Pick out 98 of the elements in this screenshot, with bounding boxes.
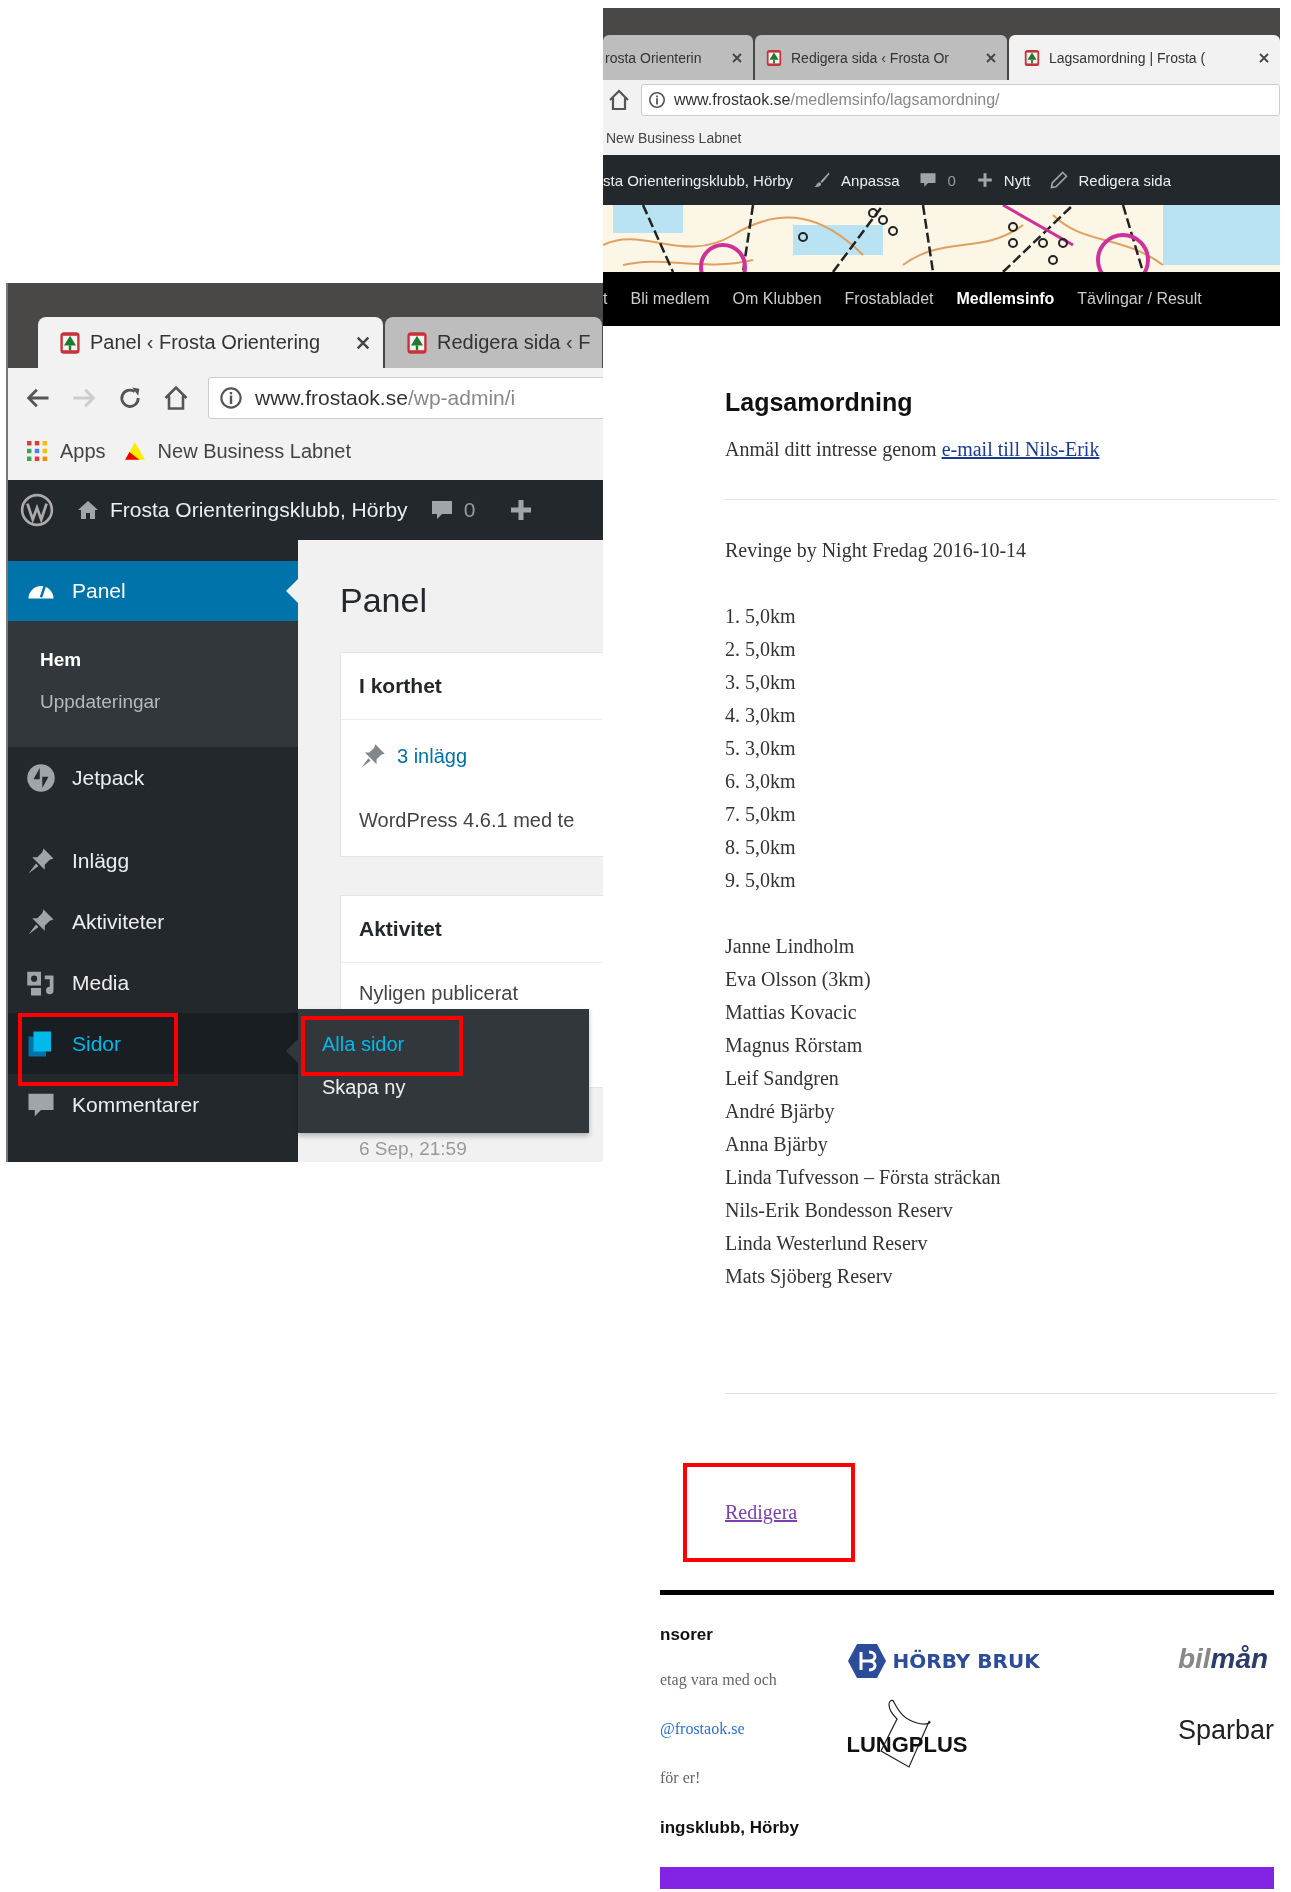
browser-tab[interactable]: Redigera sida ‹ Frosta Or — [755, 35, 1007, 80]
member-name: André Bjärby — [725, 1099, 836, 1125]
speech-bubble-icon — [919, 171, 938, 189]
hexagon-logo-icon — [846, 1643, 887, 1679]
sponsor-logo[interactable]: bilmån — [1177, 1643, 1274, 1675]
address-field[interactable]: www.frostaok.se/medlemsinfo/lagsamordning/ — [641, 84, 1280, 116]
close-icon[interactable] — [1258, 51, 1270, 64]
close-icon[interactable] — [985, 51, 997, 64]
page-heading: Lagsamordning — [725, 387, 914, 418]
member-name: Nils-Erik Bondesson Reserv — [725, 1198, 954, 1223]
sidebar-item[interactable]: Media — [8, 952, 298, 1013]
info-icon — [219, 386, 243, 410]
card-text: WordPress 4.6.1 med te — [359, 808, 575, 832]
nav-link[interactable]: Tävlingar / Result — [1077, 290, 1202, 308]
apps-grid-icon — [26, 441, 48, 461]
email-link[interactable]: @frostaok.se — [660, 1720, 847, 1769]
site-name-link[interactable]: sta Orienteringsklubb, Hörby — [603, 171, 794, 189]
footer-heading: nsorer — [660, 1625, 714, 1646]
site-name-link[interactable]: Frosta Orienteringsklubb, Hörby — [76, 498, 408, 522]
footer-text: etag vara med och — [660, 1671, 778, 1691]
leg-distance: 4. 3,0km — [725, 703, 797, 728]
page-title: Panel — [340, 580, 428, 620]
event-title: Revinge by Night Fredag 2016-10-14 — [725, 538, 1028, 564]
crest-icon — [58, 330, 82, 355]
email-link[interactable]: e-mail till Nils-Erik — [941, 438, 1100, 460]
sidebar-item[interactable]: Kommentarer — [8, 1074, 298, 1135]
sponsor-logo[interactable]: Sparbar — [1177, 1715, 1274, 1746]
member-name: Linda Tufvesson – Första sträckan — [725, 1165, 1002, 1190]
browser-tab[interactable]: Redigera sida ‹ F — [385, 317, 603, 368]
plus-icon — [975, 171, 994, 189]
browser-tab[interactable]: Panel ‹ Frosta Orientering — [38, 317, 383, 368]
leg-distance: 2. 5,0km — [725, 637, 797, 662]
speech-bubble-icon — [429, 498, 454, 522]
crest-icon — [765, 48, 783, 67]
crest-icon — [1023, 48, 1041, 67]
leg-distance: 3. 5,0km — [725, 670, 797, 695]
flyout-item[interactable]: Alla sidor — [298, 1023, 589, 1066]
card-text: 6 Sep, 21:59 — [359, 1138, 467, 1160]
comments-link[interactable]: 0 — [429, 498, 476, 522]
nav-link[interactable]: Bli medlem — [630, 290, 710, 308]
bookmark-link[interactable]: Apps — [26, 439, 106, 463]
customize-link[interactable]: Anpassa — [813, 171, 900, 189]
pointer-notch-icon — [286, 579, 298, 603]
sidebar-item[interactable]: Inlägg — [8, 830, 298, 891]
footer-text: för er! — [660, 1769, 702, 1788]
paintbrush-icon — [813, 171, 832, 189]
address-field[interactable]: www.frostaok.se/wp-admin/i — [208, 377, 603, 419]
member-name: Magnus Rörstam — [725, 1033, 864, 1059]
browser-tab[interactable]: rosta Orienterin — [603, 35, 753, 80]
edit-link[interactable]: Redigera — [725, 1501, 798, 1524]
bookmark-link[interactable]: New Business Labnet — [123, 439, 352, 463]
wordpress-logo-icon[interactable] — [20, 493, 54, 527]
nav-link[interactable]: Frostabladet — [844, 290, 934, 308]
club-name: ingsklubb, Hörby — [660, 1818, 800, 1838]
posts-count-link[interactable]: 3 inlägg — [397, 744, 468, 768]
member-name: Mattias Kovacic — [725, 1000, 858, 1025]
member-name: Mats Sjöberg Reserv — [725, 1264, 894, 1290]
leg-distance: 5. 3,0km — [725, 736, 797, 761]
sidebar-item[interactable]: Sidor — [8, 1013, 298, 1074]
house-icon — [76, 498, 100, 522]
flyout-item[interactable]: Skapa ny — [298, 1066, 589, 1109]
home-icon[interactable] — [162, 384, 190, 412]
sponsor-logo[interactable]: HÖRBY BRUK — [846, 1643, 1178, 1679]
lightning-circle-icon — [26, 762, 56, 793]
crest-icon — [405, 330, 429, 355]
leg-distance: 9. 5,0km — [725, 868, 797, 893]
submenu-item[interactable]: Uppdateringar — [8, 681, 298, 723]
nav-link[interactable]: Medlemsinfo — [956, 290, 1055, 308]
member-name: Janne Lindholm — [725, 934, 856, 959]
leg-distance: 1. 5,0km — [725, 604, 797, 629]
sidebar-item[interactable]: Jetpack — [8, 747, 298, 808]
leg-distance: 8. 5,0km — [725, 835, 797, 860]
member-name: Leif Sandgren — [725, 1066, 840, 1092]
browser-tab[interactable]: Lagsamordning | Frosta ( — [1009, 35, 1280, 80]
edit-page-link[interactable]: Redigera sida — [1050, 171, 1172, 189]
sidebar-item[interactable]: Aktiviteter — [8, 891, 298, 952]
member-name: Linda Westerlund Reserv — [725, 1231, 929, 1256]
submenu-item[interactable]: Hem — [8, 639, 298, 681]
close-icon[interactable] — [731, 51, 743, 64]
bookmark-link[interactable]: New Business Labnet — [606, 129, 742, 146]
member-name: Eva Olsson (3km) — [725, 967, 872, 993]
pencil-icon — [1050, 171, 1069, 189]
leg-distance: 7. 5,0km — [725, 802, 797, 827]
close-icon[interactable] — [355, 334, 371, 351]
plus-icon[interactable] — [509, 498, 534, 522]
nav-link[interactable]: Om Klubben — [732, 290, 822, 308]
nav-link[interactable]: t — [603, 290, 608, 308]
leg-distance: 6. 3,0km — [725, 769, 797, 794]
intro-text: Anmäl ditt intresse genom e-mail till Nils-Erik — [725, 437, 1101, 463]
sidebar-item[interactable]: Panel — [8, 561, 298, 621]
card-text: Nyligen publicerat — [359, 981, 518, 1005]
pushpin-icon — [359, 742, 387, 770]
new-link[interactable]: Nytt — [975, 171, 1031, 189]
triangle-icon — [123, 441, 146, 461]
comments-link[interactable]: 0 — [919, 171, 956, 189]
member-name: Anna Bjärby — [725, 1132, 829, 1158]
info-icon — [648, 91, 666, 109]
home-icon[interactable] — [607, 88, 631, 112]
